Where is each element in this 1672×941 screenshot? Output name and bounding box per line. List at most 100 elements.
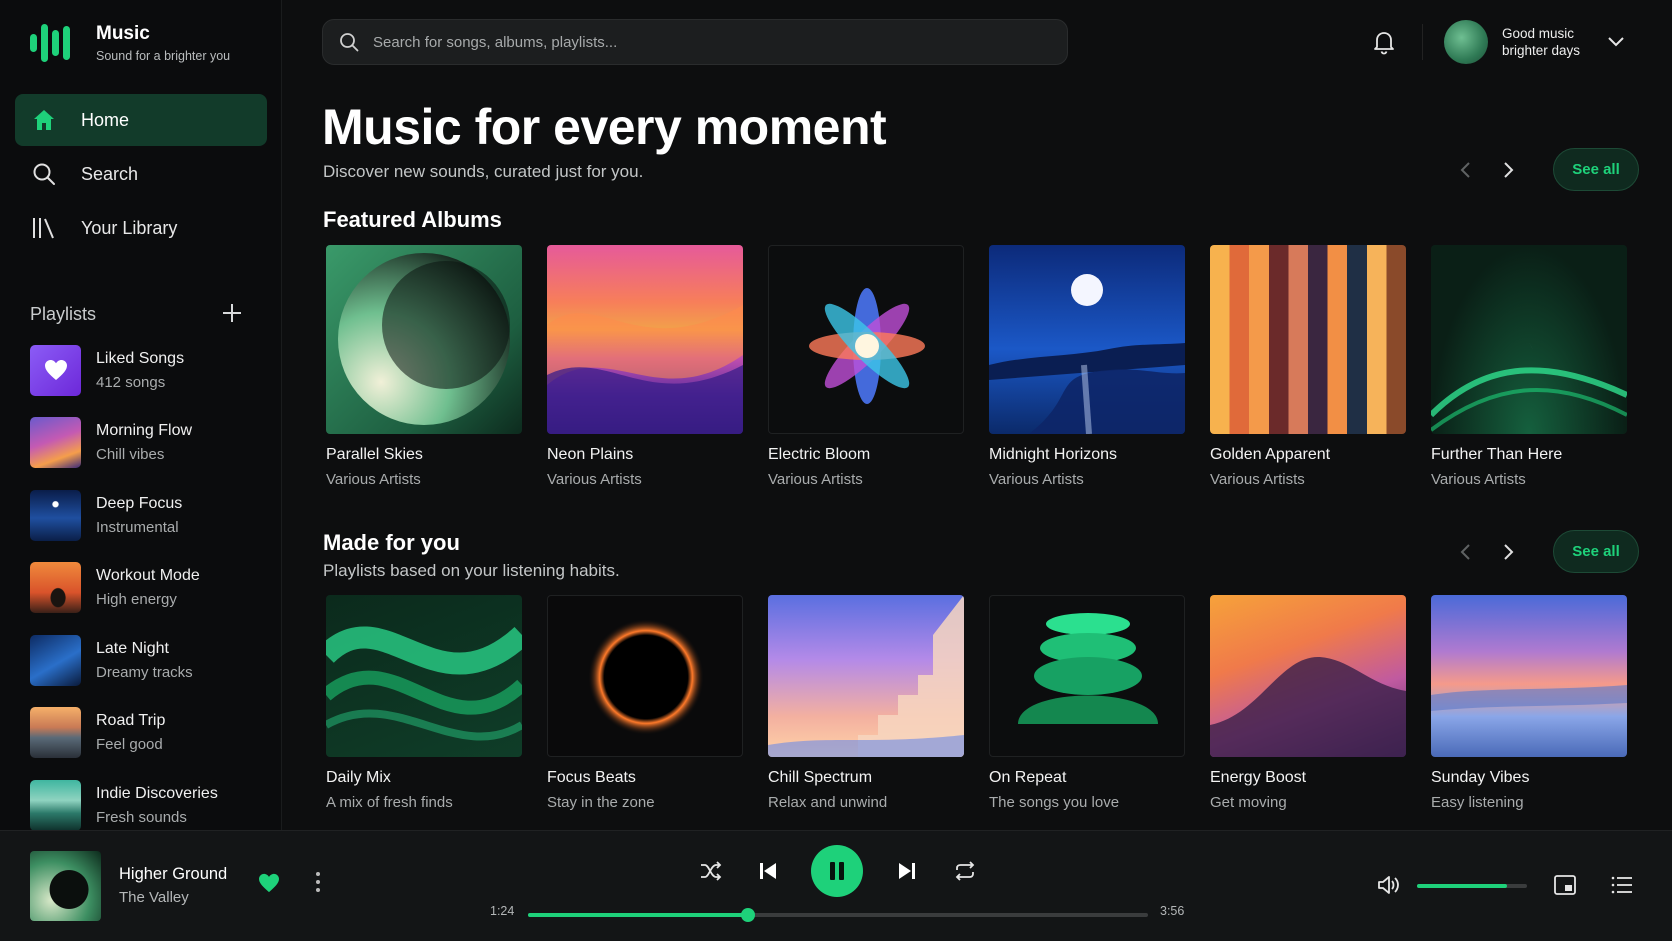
sidebar: Music Sound for a brighter you Home Sear… xyxy=(0,0,282,831)
search-bar[interactable] xyxy=(322,19,1068,65)
made-for-you-row: Daily Mix A mix of fresh finds Focus Bea… xyxy=(326,595,1627,811)
playlist-cover xyxy=(989,595,1185,757)
like-heart-icon[interactable] xyxy=(258,873,280,893)
album-artist: Various Artists xyxy=(326,471,421,488)
playlist-item[interactable]: Road Trip Feel good xyxy=(30,707,270,759)
playlist-title: Focus Beats xyxy=(547,769,636,786)
playlist-title: Daily Mix xyxy=(326,769,391,786)
playlist-item[interactable]: Late Night Dreamy tracks xyxy=(30,634,270,686)
playlist-thumbnail xyxy=(30,417,81,468)
next-button[interactable] xyxy=(895,859,919,883)
playlist-thumbnail xyxy=(30,344,81,396)
notifications-button[interactable] xyxy=(1370,28,1398,56)
queue-button[interactable] xyxy=(1609,873,1635,897)
chevron-left-icon[interactable] xyxy=(1457,161,1475,179)
now-playing-title[interactable]: Higher Ground xyxy=(119,865,227,884)
search-icon xyxy=(31,161,57,187)
brand-tagline: Sound for a brighter you xyxy=(96,49,231,63)
now-playing-artist[interactable]: The Valley xyxy=(119,889,189,906)
album-title: Electric Bloom xyxy=(768,446,871,463)
playlist-card[interactable]: On Repeat The songs you love xyxy=(989,595,1185,811)
brand-name: Music xyxy=(96,23,150,44)
album-cover xyxy=(989,245,1185,434)
album-artist: Various Artists xyxy=(1210,471,1305,488)
album-title: Midnight Horizons xyxy=(989,446,1118,463)
playlist-description: Easy listening xyxy=(1431,794,1524,811)
album-card[interactable]: Golden Apparent Various Artists xyxy=(1210,245,1406,488)
heart-icon xyxy=(44,360,67,380)
chevron-left-icon[interactable] xyxy=(1457,543,1475,561)
progress-handle[interactable] xyxy=(741,908,756,922)
mini-player-button[interactable] xyxy=(1553,873,1577,897)
playlist-description: Stay in the zone xyxy=(547,794,655,811)
playlist-item[interactable]: Workout Mode High energy xyxy=(30,562,270,614)
playlist-thumbnail xyxy=(30,634,81,686)
made-for-you-see-all-button[interactable]: See all xyxy=(1553,530,1639,573)
playlist-item[interactable]: Indie Discoveries Fresh sounds xyxy=(30,779,270,831)
playlist-name: Deep Focus xyxy=(96,494,183,512)
playlist-cover xyxy=(326,595,522,757)
search-input[interactable] xyxy=(373,33,1033,51)
album-card[interactable]: Further Than Here Various Artists xyxy=(1431,245,1627,488)
playlist-cover xyxy=(1210,595,1406,757)
music-logo-icon xyxy=(30,22,70,64)
nav-item-search[interactable]: Search xyxy=(15,148,267,200)
add-playlist-button[interactable] xyxy=(222,300,242,328)
album-card[interactable]: Neon Plains Various Artists xyxy=(547,245,743,488)
more-options-icon[interactable] xyxy=(314,871,322,893)
album-card[interactable]: Parallel Skies Various Artists xyxy=(326,245,522,488)
playlist-subtitle: Dreamy tracks xyxy=(96,663,193,681)
volume-slider[interactable] xyxy=(1417,884,1527,888)
pause-button[interactable] xyxy=(811,845,863,897)
playlist-card[interactable]: Energy Boost Get moving xyxy=(1210,595,1406,811)
repeat-button[interactable] xyxy=(952,859,978,883)
shuffle-icon xyxy=(701,861,722,881)
album-cover xyxy=(1210,245,1406,434)
featured-albums-title: Featured Albums xyxy=(323,207,502,232)
playlist-title: Sunday Vibes xyxy=(1431,769,1530,786)
playlist-title: On Repeat xyxy=(989,769,1067,786)
playlist-thumbnail xyxy=(30,489,81,541)
header-divider xyxy=(1422,24,1423,60)
playlist-item[interactable]: Morning Flow Chill vibes xyxy=(30,417,270,469)
featured-see-all-button[interactable]: See all xyxy=(1553,148,1639,191)
user-line-1: Good music xyxy=(1502,26,1575,41)
nav-item-home[interactable]: Home xyxy=(15,94,267,146)
volume-button[interactable] xyxy=(1376,873,1402,897)
shuffle-button[interactable] xyxy=(698,859,724,883)
playlist-card[interactable]: Focus Beats Stay in the zone xyxy=(547,595,743,811)
user-line-2: brighter days xyxy=(1502,43,1581,58)
album-card[interactable]: Midnight Horizons Various Artists xyxy=(989,245,1185,488)
brand[interactable]: Music Sound for a brighter you xyxy=(30,22,230,64)
album-cover xyxy=(326,245,522,434)
album-card[interactable]: Electric Bloom Various Artists xyxy=(768,245,964,488)
plus-icon xyxy=(223,304,241,322)
album-artist: Various Artists xyxy=(768,471,863,488)
now-playing-artwork[interactable] xyxy=(30,851,101,921)
library-icon xyxy=(31,215,57,241)
playlist-item[interactable]: Deep Focus Instrumental xyxy=(30,489,270,541)
avatar xyxy=(1444,20,1488,64)
playlist-card[interactable]: Sunday Vibes Easy listening xyxy=(1431,595,1627,811)
nav-item-library[interactable]: Your Library xyxy=(15,202,267,254)
album-title: Parallel Skies xyxy=(326,446,423,463)
search-icon xyxy=(340,33,359,52)
playlists-header: Playlists xyxy=(30,300,242,328)
bell-icon xyxy=(1374,32,1394,55)
playlist-name: Road Trip xyxy=(96,712,166,729)
playlist-card[interactable]: Chill Spectrum Relax and unwind xyxy=(768,595,964,811)
progress-bar[interactable] xyxy=(528,908,1148,922)
repeat-icon xyxy=(955,861,975,881)
chevron-right-icon[interactable] xyxy=(1499,161,1517,179)
playlist-name: Workout Mode xyxy=(96,567,200,584)
chevron-right-icon[interactable] xyxy=(1499,543,1517,561)
album-cover xyxy=(768,245,964,434)
album-artist: Various Artists xyxy=(989,471,1084,488)
user-menu[interactable]: Good music brighter days xyxy=(1444,20,1624,64)
volume-fill xyxy=(1417,884,1508,888)
playlist-cover xyxy=(768,595,964,757)
playlist-card[interactable]: Daily Mix A mix of fresh finds xyxy=(326,595,522,811)
playlist-item[interactable]: Liked Songs 412 songs xyxy=(30,344,270,396)
previous-button[interactable] xyxy=(756,859,780,883)
made-for-you-arrows xyxy=(1457,543,1517,561)
